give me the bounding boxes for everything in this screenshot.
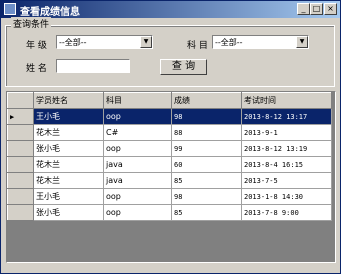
cell-name[interactable]: 王小毛 — [33, 108, 104, 125]
table-row[interactable]: 花木兰 java 85 2013-7-5 — [7, 172, 332, 189]
cell-time[interactable]: 2013-9-1 — [241, 124, 332, 141]
subject-combobox-value: --全部-- — [215, 38, 243, 47]
table-row[interactable]: 张小毛 oop 99 2013-8-12 13:19 — [7, 140, 332, 157]
table-row[interactable]: 张小毛 oop 85 2013-7-8 9:00 — [7, 204, 332, 221]
cell-time[interactable]: 2013-1-8 14:30 — [241, 188, 332, 205]
window-title: 查看成绩信息 — [20, 7, 80, 18]
main-window: 查看成绩信息 _ □ × 查询条件 年 级 --全部-- ▼ 科 目 --全部-… — [0, 0, 341, 274]
column-header-name[interactable]: 学员姓名 — [33, 92, 104, 109]
cell-name[interactable]: 张小毛 — [33, 140, 104, 157]
cell-subject[interactable]: C# — [103, 124, 172, 141]
query-group-title: 查询条件 — [11, 17, 52, 30]
title-bar[interactable]: 查看成绩信息 _ □ × — [1, 1, 340, 18]
row-header[interactable] — [7, 140, 34, 157]
close-button[interactable]: × — [324, 3, 337, 15]
subject-combobox[interactable]: --全部-- ▼ — [212, 35, 309, 49]
column-header-subject[interactable]: 科目 — [103, 92, 172, 109]
cell-subject[interactable]: oop — [103, 140, 172, 157]
cell-subject[interactable]: oop — [103, 204, 172, 221]
header-row: 学员姓名 科目 成绩 考试时间 — [7, 92, 332, 109]
cell-score[interactable]: 85 — [171, 172, 242, 189]
column-header-score[interactable]: 成绩 — [171, 92, 242, 109]
status-strip — [6, 265, 336, 273]
chevron-down-icon[interactable]: ▼ — [140, 36, 152, 48]
cell-time[interactable]: 2013-8-4 16:15 — [241, 156, 332, 173]
column-header-time[interactable]: 考试时间 — [241, 92, 332, 109]
row-header[interactable] — [7, 204, 34, 221]
cell-time[interactable]: 2013-8-12 13:17 — [241, 108, 332, 125]
cell-score[interactable]: 98 — [171, 188, 242, 205]
row-header-corner — [7, 92, 34, 109]
maximize-button[interactable]: □ — [310, 3, 323, 15]
cell-name[interactable]: 花木兰 — [33, 172, 104, 189]
cell-score[interactable]: 99 — [171, 140, 242, 157]
row-header[interactable] — [7, 172, 34, 189]
table-row[interactable]: 花木兰 java 60 2013-8-4 16:15 — [7, 156, 332, 173]
results-grid[interactable]: 学员姓名 科目 成绩 考试时间 ▶ 王小毛 oop 98 2013-8-12 13:17… — [6, 91, 336, 263]
row-header[interactable] — [7, 188, 34, 205]
grade-label: 年 级 — [26, 41, 47, 51]
cell-name[interactable]: 花木兰 — [33, 124, 104, 141]
row-header[interactable]: ▶ — [7, 108, 34, 125]
cell-time[interactable]: 2013-7-5 — [241, 172, 332, 189]
table-row[interactable]: ▶ 王小毛 oop 98 2013-8-12 13:17 — [7, 108, 332, 125]
cell-time[interactable]: 2013-8-12 13:19 — [241, 140, 332, 157]
cell-subject[interactable]: java — [103, 156, 172, 173]
cell-score[interactable]: 85 — [171, 204, 242, 221]
search-button[interactable]: 查 询 — [160, 59, 207, 75]
name-input[interactable] — [56, 59, 130, 73]
cell-subject[interactable]: oop — [103, 188, 172, 205]
grade-combobox-value: --全部-- — [59, 38, 87, 47]
cell-time[interactable]: 2013-7-8 9:00 — [241, 204, 332, 221]
row-header[interactable] — [7, 156, 34, 173]
cell-subject[interactable]: java — [103, 172, 172, 189]
minimize-button[interactable]: _ — [297, 3, 310, 15]
grade-combobox[interactable]: --全部-- ▼ — [56, 35, 153, 49]
cell-score[interactable]: 98 — [171, 108, 242, 125]
row-selector-icon: ▶ — [10, 112, 15, 121]
cell-score[interactable]: 60 — [171, 156, 242, 173]
cell-name[interactable]: 王小毛 — [33, 188, 104, 205]
cell-name[interactable]: 花木兰 — [33, 156, 104, 173]
app-icon — [4, 3, 16, 15]
table-row[interactable]: 花木兰 C# 88 2013-9-1 — [7, 124, 332, 141]
subject-label: 科 目 — [187, 41, 208, 51]
cell-subject[interactable]: oop — [103, 108, 172, 125]
chevron-down-icon[interactable]: ▼ — [296, 36, 308, 48]
results-table: 学员姓名 科目 成绩 考试时间 ▶ 王小毛 oop 98 2013-8-12 13:17… — [7, 92, 332, 221]
name-label: 姓 名 — [26, 64, 47, 74]
cell-name[interactable]: 张小毛 — [33, 204, 104, 221]
cell-score[interactable]: 88 — [171, 124, 242, 141]
row-header[interactable] — [7, 124, 34, 141]
table-row[interactable]: 王小毛 oop 98 2013-1-8 14:30 — [7, 188, 332, 205]
